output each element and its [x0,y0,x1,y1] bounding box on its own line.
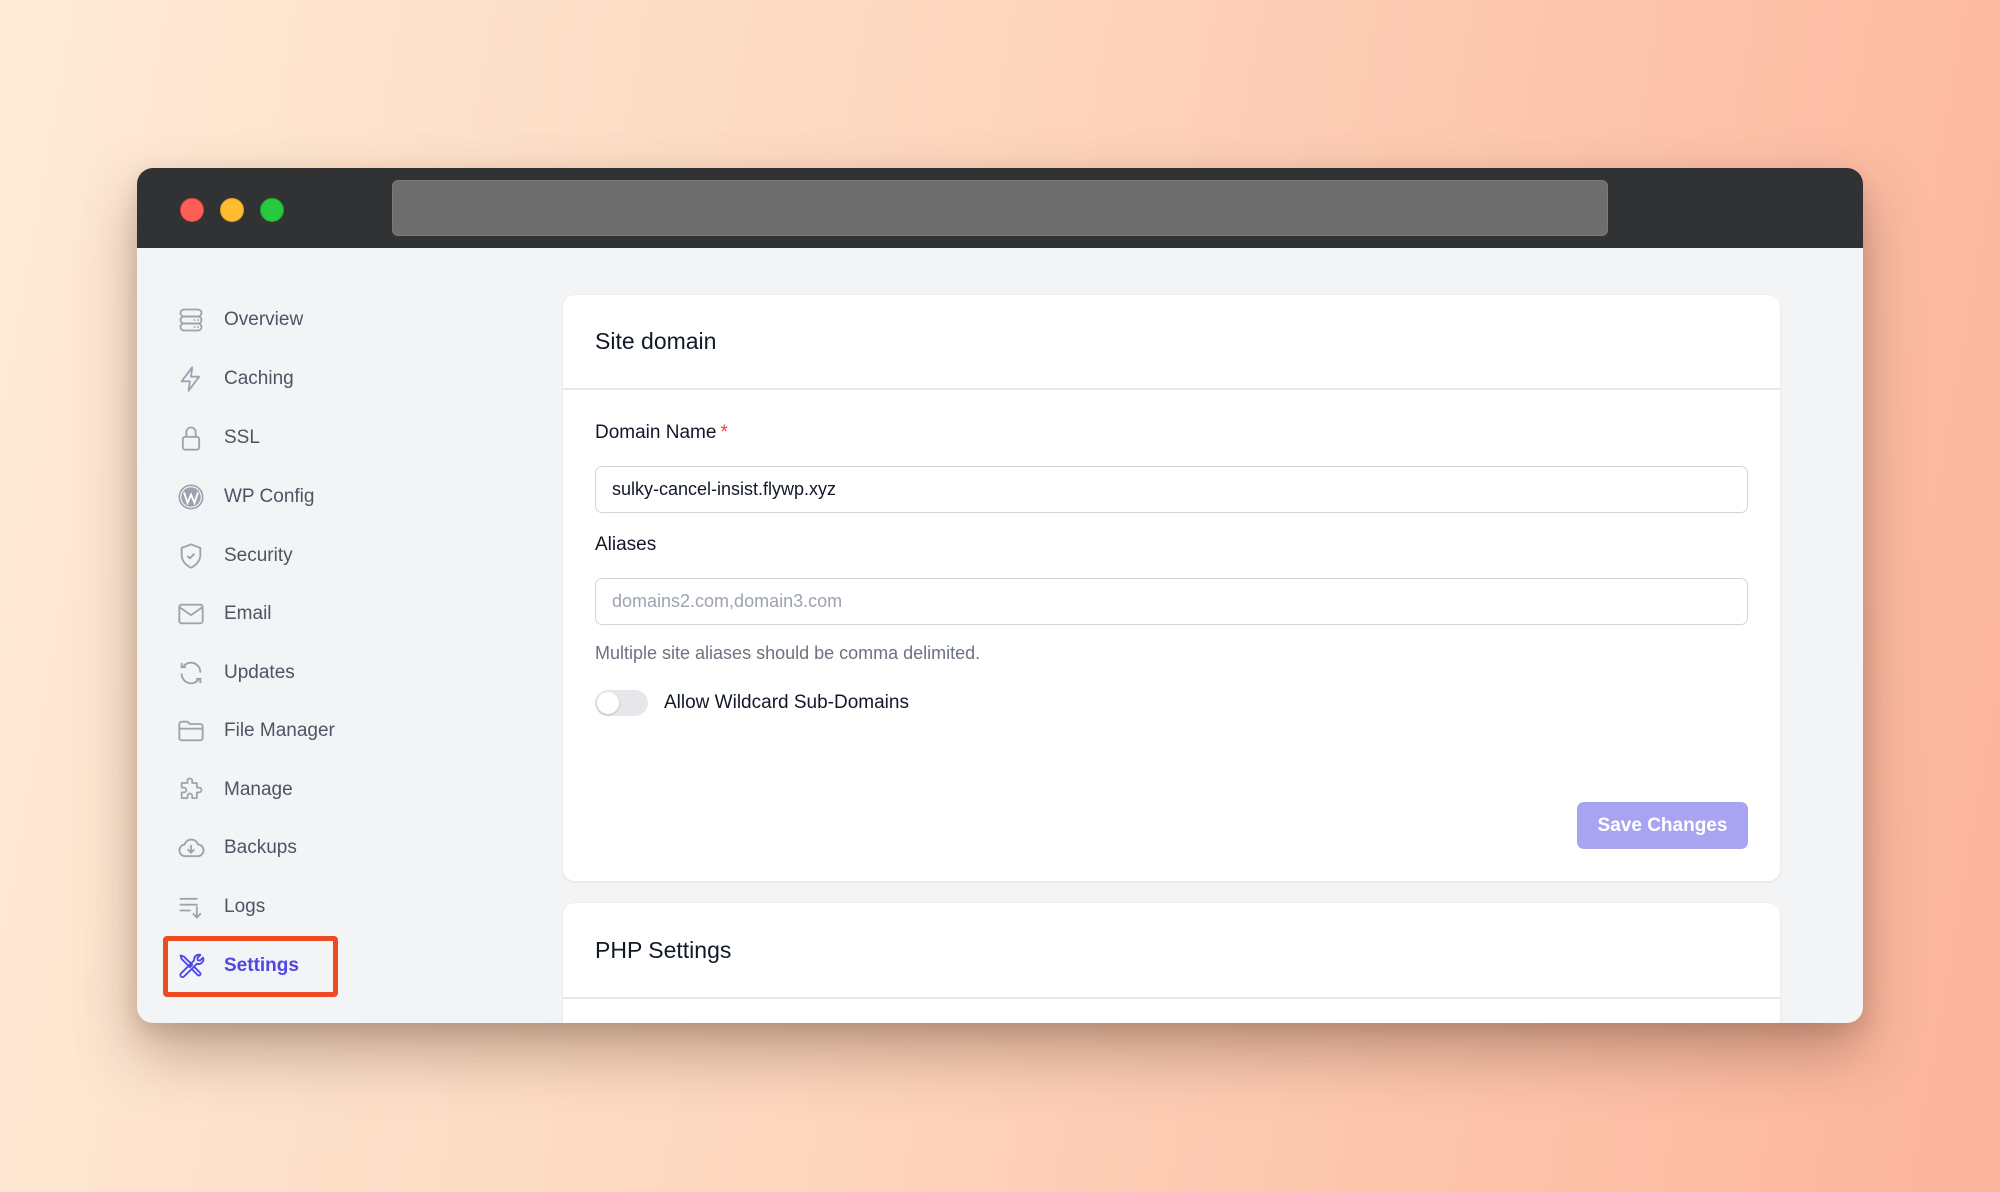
shield-check-icon [177,542,205,570]
sidebar-item-settings[interactable]: Settings [177,946,299,986]
app-content: Overview Caching SSL WP Config Security … [137,248,1863,1023]
browser-window: Overview Caching SSL WP Config Security … [137,168,1863,1023]
sidebar-item-ssl[interactable]: SSL [177,418,260,458]
envelope-icon [177,600,205,628]
sidebar-item-updates[interactable]: Updates [177,653,295,693]
wildcard-subdomains-toggle[interactable] [595,690,648,716]
sidebar-item-label: Email [224,603,272,624]
list-sort-icon [177,893,205,921]
sidebar-item-file-manager[interactable]: File Manager [177,711,335,751]
sidebar-item-email[interactable]: Email [177,594,272,634]
sidebar-item-logs[interactable]: Logs [177,887,265,927]
site-domain-card: Site domain Domain Name* Aliases Multipl… [563,295,1780,881]
wordpress-icon [177,483,205,511]
folder-icon [177,717,205,745]
sidebar-item-wp-config[interactable]: WP Config [177,477,314,517]
close-window-button[interactable] [180,198,204,222]
sidebar-item-backups[interactable]: Backups [177,828,297,868]
server-icon [177,306,205,334]
aliases-label: Aliases [595,534,657,555]
wrench-screwdriver-icon [177,952,205,980]
sidebar-item-label: Backups [224,837,297,858]
sidebar-item-security[interactable]: Security [177,536,293,576]
sidebar-item-label: Caching [224,368,294,389]
sidebar-item-label: Overview [224,309,304,330]
minimize-window-button[interactable] [220,198,244,222]
domain-name-label: Domain Name * [595,422,728,443]
wildcard-toggle-row: Allow Wildcard Sub-Domains [595,690,909,716]
lightning-icon [177,365,205,393]
maximize-window-button[interactable] [260,198,284,222]
sidebar-item-label: Updates [224,662,295,683]
sidebar-item-label: Security [224,545,293,566]
sidebar-item-label: Manage [224,779,293,800]
save-changes-button[interactable]: Save Changes [1577,802,1748,849]
sidebar-item-label: Logs [224,896,266,917]
lock-icon [177,424,205,452]
sidebar-item-overview[interactable]: Overview [177,300,303,340]
required-marker: * [720,422,728,443]
sidebar-item-manage[interactable]: Manage [177,770,293,810]
domain-name-input[interactable] [595,466,1748,513]
aliases-help-text: Multiple site aliases should be comma de… [595,643,981,663]
php-settings-title: PHP Settings [563,903,1780,999]
wildcard-toggle-label: Allow Wildcard Sub-Domains [664,692,909,713]
sidebar-item-label: File Manager [224,720,335,741]
toggle-knob [597,692,619,714]
site-domain-title: Site domain [563,295,1780,390]
cloud-download-icon [177,834,205,862]
address-bar[interactable] [392,180,1608,236]
title-bar [137,168,1863,248]
puzzle-icon [177,776,205,804]
sidebar-item-caching[interactable]: Caching [177,359,294,399]
sidebar-item-label: Settings [224,955,299,976]
refresh-icon [177,659,205,687]
sidebar-item-label: WP Config [224,486,315,507]
sidebar-item-label: SSL [224,427,260,448]
aliases-input[interactable] [595,578,1748,625]
php-settings-card: PHP Settings [563,903,1780,1023]
sidebar: Overview Caching SSL WP Config Security … [137,248,537,1023]
